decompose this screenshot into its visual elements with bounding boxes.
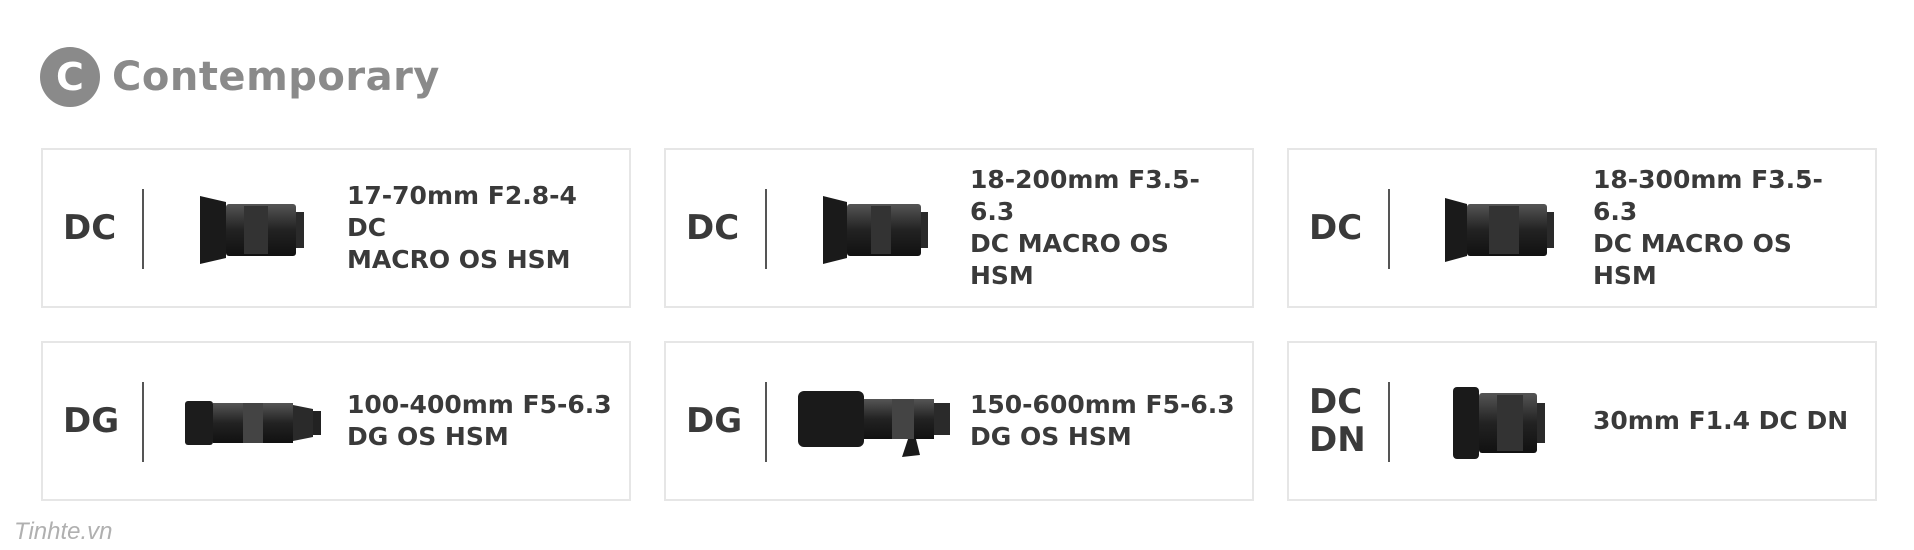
lens-card[interactable]: DC 17-70mm F2.8-4 DC MACRO OS HSM bbox=[41, 148, 631, 308]
telephoto-lens-hood-icon bbox=[796, 373, 956, 473]
lens-card[interactable]: DC DN 30mm F1.4 DC DN bbox=[1287, 341, 1877, 501]
watermark: Tinhte.vn bbox=[14, 518, 113, 545]
lens-name: 30mm F1.4 DC DN bbox=[1593, 406, 1849, 435]
lens-name: 100-400mm F5-6.3 DG OS HSM bbox=[347, 390, 612, 451]
divider bbox=[1388, 382, 1390, 462]
mount-type: DC bbox=[63, 208, 117, 248]
divider bbox=[765, 382, 767, 462]
zoom-lens-hood-icon bbox=[796, 180, 956, 280]
prime-lens-icon bbox=[1419, 373, 1579, 473]
lens-name: 150-600mm F5-6.3 DG OS HSM bbox=[970, 390, 1235, 451]
mount-type: DC DN bbox=[1309, 382, 1366, 460]
contemporary-badge-icon: C bbox=[40, 47, 100, 107]
lens-card[interactable]: DG 150-600mm F5-6.3 DG OS HSM bbox=[664, 341, 1254, 501]
lens-name: 17-70mm F2.8-4 DC MACRO OS HSM bbox=[347, 181, 577, 274]
divider bbox=[142, 189, 144, 269]
lens-card[interactable]: DC 18-300mm F3.5-6.3 DC MACRO OS HSM bbox=[1287, 148, 1877, 308]
mount-type: DG bbox=[686, 401, 743, 441]
zoom-lens-hood-icon bbox=[1419, 180, 1579, 280]
divider bbox=[142, 382, 144, 462]
lens-card[interactable]: DG 100-400mm F5-6.3 DG OS HSM bbox=[41, 341, 631, 501]
section-header: C Contemporary bbox=[40, 46, 440, 108]
mount-type: DC bbox=[686, 208, 740, 248]
lens-name: 18-300mm F3.5-6.3 DC MACRO OS HSM bbox=[1593, 165, 1823, 290]
zoom-lens-hood-icon bbox=[173, 180, 333, 280]
mount-type: DG bbox=[63, 401, 120, 441]
lens-name: 18-200mm F3.5-6.3 DC MACRO OS HSM bbox=[970, 165, 1200, 290]
mount-type: DC bbox=[1309, 208, 1363, 248]
divider bbox=[765, 189, 767, 269]
lens-card[interactable]: DC 18-200mm F3.5-6.3 DC MACRO OS HSM bbox=[664, 148, 1254, 308]
telephoto-lens-icon bbox=[173, 373, 333, 473]
section-title: Contemporary bbox=[112, 54, 440, 100]
lens-grid: DC 17-70mm F2.8-4 DC MACRO OS HSM DC 18-… bbox=[41, 148, 1877, 501]
divider bbox=[1388, 189, 1390, 269]
